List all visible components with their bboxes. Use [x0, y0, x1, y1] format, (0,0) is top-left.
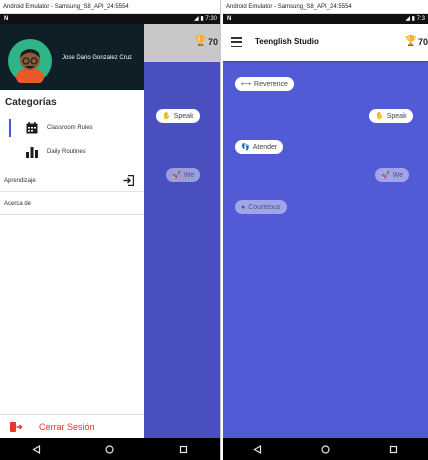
recents-button[interactable] [386, 441, 402, 457]
drawer-link-aprendizaje[interactable]: Aprendizaje [0, 170, 144, 192]
chip-label: Reverence [254, 80, 288, 88]
status-right: ◢ ▮ 7:30 [194, 14, 217, 24]
battery-icon: ▮ [411, 16, 415, 22]
android-status-bar: N ◢ ▮ 7:3 [223, 14, 428, 24]
word-chip-we[interactable]: 🚀 We [375, 168, 410, 182]
emulator-title-right: Android Emulator - Samsung_S8_API_24:555… [223, 0, 428, 14]
hand-icon: ✋ [162, 113, 171, 120]
word-chip-reverence[interactable]: ⟷ Reverence [235, 77, 294, 91]
drawer-link-label: Acerca de [4, 200, 32, 207]
home-icon [105, 444, 115, 454]
rocket-icon: 🚀 [381, 172, 390, 179]
emulator-window-right: Android Emulator - Samsung_S8_API_24:555… [223, 0, 428, 460]
word-chip-speak[interactable]: ✋ Speak [156, 109, 200, 123]
recents-icon [390, 445, 398, 453]
back-button[interactable] [29, 441, 45, 457]
drawer-link-acerca-de[interactable]: Acerca de [0, 193, 144, 215]
score-display: 🏆 70 [405, 36, 428, 47]
hand-icon: ✋ [375, 113, 384, 120]
chip-label: We [183, 171, 195, 179]
trophy-icon: 🏆 [194, 36, 207, 47]
drawer-header: Jose Dario Gonzalez Cruz [0, 24, 144, 90]
footprints-icon: 👣 [241, 144, 250, 151]
rocket-icon: 🚀 [172, 172, 181, 179]
apple-icon: ● [241, 203, 246, 211]
signal-icon: ◢ [194, 16, 199, 22]
bar-chart-icon [26, 147, 38, 158]
logout-button[interactable]: Cerrar Sesión [0, 414, 144, 438]
app-bar: Teenglish Studio 🏆 70 [223, 24, 428, 61]
logout-label: Cerrar Sesión [39, 421, 95, 432]
emulator-window-left: Android Emulator - Samsung_S8_API_24:555… [0, 0, 221, 460]
word-chip-speak[interactable]: ✋ Speak [369, 109, 413, 123]
phone-screen-right: Teenglish Studio 🏆 70 ⟷ Reverence ✋ Spea… [223, 24, 428, 438]
login-icon [123, 175, 134, 186]
avatar[interactable] [8, 39, 52, 83]
drawer-item-daily-routines[interactable]: Daily Routines [0, 141, 144, 163]
status-right: ◢ ▮ 7:3 [405, 14, 425, 24]
emulator-title-left: Android Emulator - Samsung_S8_API_24:555… [0, 0, 220, 14]
categories-heading: Categorías [5, 97, 57, 108]
app-title: Teenglish Studio [255, 37, 319, 46]
android-status-bar: N ◢ ▮ 7:30 [0, 14, 220, 24]
trophy-icon: 🏆 [404, 36, 417, 47]
emulator-desktop: Android Emulator - Samsung_S8_API_24:555… [0, 0, 428, 460]
notification-icon: N [227, 16, 232, 22]
drawer-item-label: Daily Routines [47, 149, 86, 155]
back-button[interactable] [249, 441, 265, 457]
home-button[interactable] [102, 441, 118, 457]
calendar-icon [26, 122, 38, 134]
user-name: Jose Dario Gonzalez Cruz [62, 55, 133, 61]
chip-label: Speak [386, 112, 407, 120]
chip-label: Courteous [248, 203, 281, 211]
game-canvas: ⟷ Reverence ✋ Speak 👣 Atender 🚀 We ● Cou… [223, 61, 428, 438]
status-time: 7:3 [416, 16, 425, 22]
chip-label: We [392, 171, 404, 179]
navigation-drawer: Jose Dario Gonzalez Cruz Categorías Clas… [0, 24, 144, 438]
drawer-item-label: Classroom Rules [47, 125, 93, 131]
notification-icon: N [4, 16, 9, 22]
home-button[interactable] [317, 441, 333, 457]
back-icon [252, 444, 261, 454]
phone-screen-left: 🏆 70 ✋ Speak 🚀 We Jose Dario Gonzalez Cr… [0, 24, 220, 438]
score-value: 70 [417, 36, 428, 47]
home-icon [321, 444, 330, 454]
score-display: 🏆 70 [195, 36, 218, 47]
chip-label: Speak [173, 112, 194, 120]
word-chip-we[interactable]: 🚀 We [166, 168, 201, 182]
chip-label: Atender [252, 143, 278, 151]
recents-button[interactable] [175, 441, 191, 457]
drawer-link-label: Aprendizaje [4, 177, 36, 184]
drawer-item-classroom-rules[interactable]: Classroom Rules [0, 117, 144, 139]
back-icon [32, 444, 41, 454]
word-chip-atender[interactable]: 👣 Atender [235, 140, 284, 154]
signal-icon: ◢ [405, 16, 410, 22]
arrows-horizontal-icon: ⟷ [241, 81, 252, 88]
battery-icon: ▮ [200, 16, 204, 22]
status-time: 7:30 [205, 16, 217, 22]
android-nav-bar [0, 438, 220, 460]
score-value: 70 [207, 36, 218, 47]
menu-icon[interactable] [231, 37, 242, 47]
recents-icon [179, 445, 187, 453]
logout-icon [10, 421, 22, 432]
word-chip-courteous[interactable]: ● Courteous [235, 200, 287, 214]
android-nav-bar [223, 438, 428, 460]
